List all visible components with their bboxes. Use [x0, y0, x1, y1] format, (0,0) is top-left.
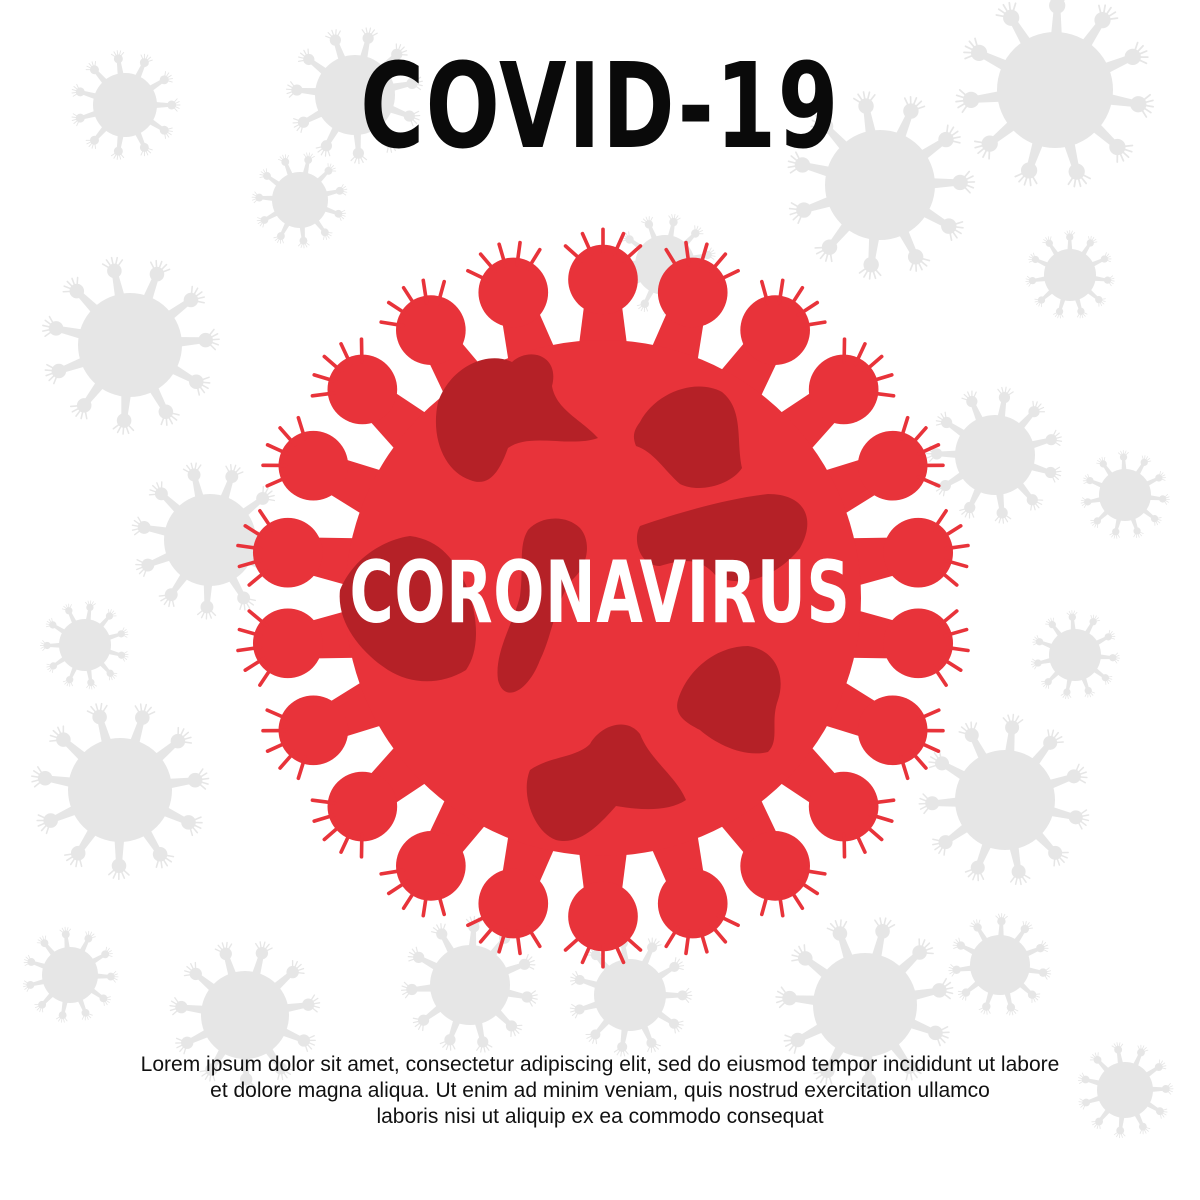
body-text-line: et dolore magna aliqua. Ut enim ad minim… [210, 1079, 990, 1102]
body-text: Lorem ipsum dolor sit amet, consectetur … [40, 1052, 1160, 1130]
headline: COVID-19 [360, 37, 840, 175]
poster: COVID-19 CORONAVIRUS Lorem ipsum dolor s… [0, 0, 1200, 1200]
body-text-line: Lorem ipsum dolor sit amet, consectetur … [140, 1053, 1060, 1076]
virus-label: CORONAVIRUS [349, 543, 851, 643]
body-text-line: laboris nisi ut aliquip ex ea commodo co… [376, 1105, 824, 1128]
